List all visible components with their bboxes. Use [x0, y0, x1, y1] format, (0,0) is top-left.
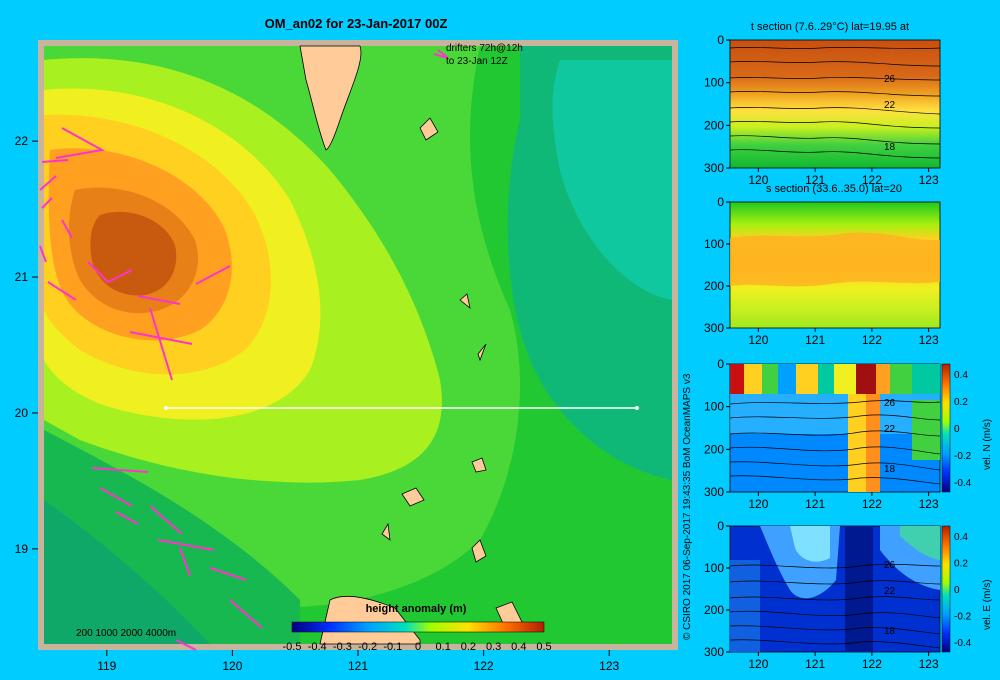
panel-y-tick-label: 200: [704, 603, 724, 617]
depth-legend: 200 1000 2000 4000m: [76, 628, 176, 639]
panel-vn-colorbar-ticks: 0.4 0.2 0 -0.2 -0.4: [954, 370, 972, 489]
figure-canvas: OM_an02 for 23-Jan-2017 00Z drifters 72h…: [15, 16, 993, 673]
drifters-note-line1: drifters 72h@12h: [446, 43, 523, 54]
colorbar-tick-label: -0.2: [954, 451, 972, 462]
x-tick-label: 119: [97, 659, 116, 673]
panel-y-tick-label: 200: [704, 279, 724, 293]
panel-y-tick-label: 0: [717, 519, 724, 533]
panel-vn-colorbar-label: vel. N (m/s): [982, 419, 993, 470]
colorbar-tick-label: -0.3: [333, 641, 352, 653]
panel-t-contour-label: 18: [884, 142, 896, 153]
colorbar-tick-label: 0.4: [511, 641, 526, 653]
panel-y-tick-label: 300: [704, 645, 724, 659]
colorbar-tick-label: -0.5: [283, 641, 302, 653]
panel-x-tick-label: 123: [919, 497, 939, 511]
panel-x-tick-label: 122: [862, 333, 882, 347]
section-line-start: [164, 406, 168, 410]
panel-x-tick-label: 123: [919, 657, 939, 671]
colorbar-tick-label: 0: [415, 641, 421, 653]
panel-x-tick-label: 120: [748, 497, 768, 511]
x-tick-label: 122: [474, 659, 494, 673]
colorbar-ticks: -0.5 -0.4 -0.3 -0.2 -0.1 0 0.1 0.2 0.3 0.4 0.5: [283, 641, 552, 653]
y-tick-label: 21: [15, 270, 29, 284]
panel-ve-colorbar-ticks: 0.4 0.2 0 -0.2 -0.4: [954, 532, 972, 649]
panel-ve-contour-label: 22: [884, 586, 896, 597]
panel-y-tick-label: 100: [704, 76, 724, 90]
section-line-end: [635, 406, 639, 410]
panel-ve-contour-label: 18: [884, 626, 896, 637]
colorbar-tick-label: 0.3: [486, 641, 501, 653]
colorbar-tick-label: -0.2: [954, 612, 972, 623]
colorbar: [291, 621, 545, 633]
map-y-axis: 22 21 20 19: [15, 134, 38, 556]
panel-x-tick-label: 121: [805, 657, 825, 671]
credit-text: © CSIRO 2017 06-Sep-2017 19:43:35 BoM Oc…: [682, 373, 693, 640]
panel-x-tick-label: 120: [748, 333, 768, 347]
panel-y-tick-label: 300: [704, 321, 724, 335]
colorbar-tick-label: 0.5: [536, 641, 551, 653]
colorbar-tick-label: 0: [954, 424, 960, 435]
colorbar-tick-label: -0.4: [954, 478, 972, 489]
panel-vn-colorbar: [941, 363, 951, 493]
panel-y-tick-label: 0: [717, 195, 724, 209]
panel-y-tick-label: 300: [704, 161, 724, 175]
panel-t-contour-label: 22: [884, 100, 896, 111]
colorbar-tick-label: 0: [954, 585, 960, 596]
colorbar-tick-label: 0.1: [436, 641, 451, 653]
panel-x-tick-label: 121: [805, 497, 825, 511]
panel-ve-colorbar: [941, 525, 951, 653]
panel-x-tick-label: 120: [748, 657, 768, 671]
panel-y-tick-label: 100: [704, 400, 724, 414]
panel-x-tick-label: 123: [919, 173, 939, 187]
panel-ve-contour-label: 26: [884, 560, 896, 571]
panel-y-tick-label: 100: [704, 237, 724, 251]
colorbar-tick-label: 0.2: [461, 641, 476, 653]
map-title: OM_an02 for 23-Jan-2017 00Z: [265, 16, 448, 31]
panel-y-tick-label: 200: [704, 118, 724, 132]
panel-y-tick-label: 100: [704, 561, 724, 575]
panel-x-tick-label: 121: [805, 333, 825, 347]
y-tick-label: 19: [15, 542, 29, 556]
panel-t-field: [729, 39, 941, 169]
panel-x-tick-label: 122: [862, 497, 882, 511]
panel-y-tick-label: 300: [704, 485, 724, 499]
x-tick-label: 121: [348, 659, 368, 673]
panel-y-tick-label: 0: [717, 357, 724, 371]
panel-s-core: [730, 232, 940, 287]
x-tick-label: 120: [222, 659, 242, 673]
panel-vn-contour-label: 22: [884, 424, 896, 435]
map-x-axis: 119 120 121 122 123: [97, 650, 620, 673]
panel-x-tick-label: 121: [805, 173, 825, 187]
colorbar-tick-label: -0.4: [308, 641, 327, 653]
panel-ve-colorbar-label: vel. E (m/s): [982, 579, 993, 630]
panel-vn-contour-label: 18: [884, 464, 896, 475]
panel-x-tick-label: 123: [919, 333, 939, 347]
colorbar-tick-label: 0.2: [954, 559, 968, 570]
colorbar-tick-label: -0.1: [383, 641, 402, 653]
colorbar-tick-label: -0.2: [358, 641, 377, 653]
y-tick-label: 22: [15, 134, 29, 148]
panel-t-title: t section (7.6..29°C) lat=19.95 at: [751, 21, 909, 33]
height-anomaly-field: [44, 46, 672, 644]
colorbar-tick-label: 0.2: [954, 397, 968, 408]
panel-y-tick-label: 0: [717, 33, 724, 47]
panel-x-tick-label: 122: [862, 657, 882, 671]
x-tick-label: 123: [599, 659, 619, 673]
colorbar-tick-label: -0.4: [954, 638, 972, 649]
drifters-note-line2: to 23-Jan 12Z: [446, 56, 508, 67]
colorbar-title: height anomaly (m): [366, 603, 467, 615]
panel-t-contour-label: 26: [884, 74, 896, 85]
panel-x-tick-label: 120: [748, 173, 768, 187]
colorbar-tick-label: 0.4: [954, 532, 968, 543]
panel-vn-contour-label: 26: [884, 398, 896, 409]
y-tick-label: 20: [15, 406, 29, 420]
colorbar-tick-label: 0.4: [954, 370, 968, 381]
panel-y-tick-label: 200: [704, 442, 724, 456]
panel-x-tick-label: 122: [862, 173, 882, 187]
